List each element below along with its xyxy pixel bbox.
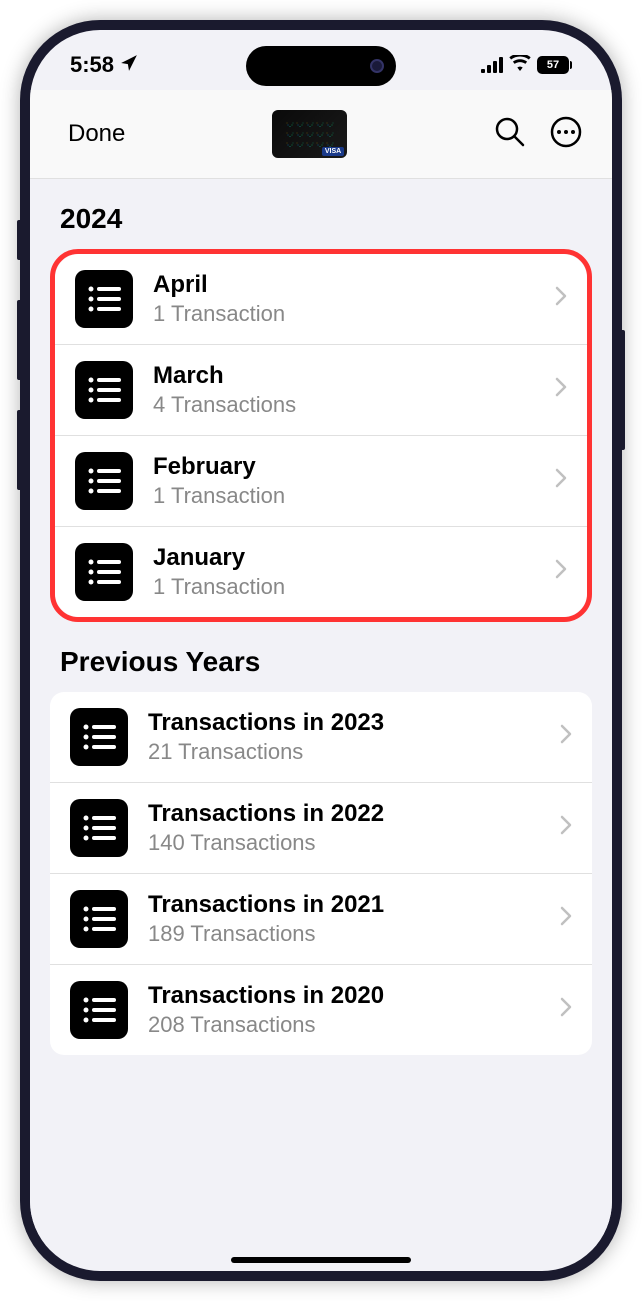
chevron-right-icon bbox=[560, 723, 572, 751]
list-icon bbox=[75, 452, 133, 510]
list-item-2020[interactable]: Transactions in 2020 208 Transactions bbox=[50, 965, 592, 1055]
section-header-previous: Previous Years bbox=[30, 622, 612, 692]
list-item-2023[interactable]: Transactions in 2023 21 Transactions bbox=[50, 692, 592, 783]
nav-bar: Done VISA bbox=[30, 90, 612, 179]
chevron-right-icon bbox=[560, 814, 572, 842]
chevron-right-icon bbox=[555, 558, 567, 586]
location-icon bbox=[120, 54, 138, 77]
item-subtitle: 208 Transactions bbox=[148, 1012, 540, 1038]
highlight-annotation: April 1 Transaction March 4 bbox=[50, 249, 592, 622]
battery-level: 57 bbox=[547, 59, 559, 71]
item-title: April bbox=[153, 271, 535, 299]
list-icon bbox=[75, 543, 133, 601]
item-subtitle: 140 Transactions bbox=[148, 830, 540, 856]
current-year-list: April 1 Transaction March 4 bbox=[55, 254, 587, 617]
item-title: February bbox=[153, 453, 535, 481]
screen: 5:58 57 Done bbox=[30, 30, 612, 1271]
status-left: 5:58 bbox=[70, 52, 138, 78]
item-subtitle: 21 Transactions bbox=[148, 739, 540, 765]
item-title: January bbox=[153, 544, 535, 572]
item-title: Transactions in 2020 bbox=[148, 982, 540, 1010]
volume-up bbox=[17, 300, 22, 380]
list-icon bbox=[75, 361, 133, 419]
item-title: Transactions in 2022 bbox=[148, 800, 540, 828]
chevron-right-icon bbox=[555, 376, 567, 404]
silent-switch bbox=[17, 220, 22, 260]
item-subtitle: 1 Transaction bbox=[153, 301, 535, 327]
camera-icon bbox=[370, 59, 384, 73]
list-item-2022[interactable]: Transactions in 2022 140 Transactions bbox=[50, 783, 592, 874]
list-item-april[interactable]: April 1 Transaction bbox=[55, 254, 587, 345]
list-item-2021[interactable]: Transactions in 2021 189 Transactions bbox=[50, 874, 592, 965]
visa-label: VISA bbox=[322, 147, 344, 156]
volume-down bbox=[17, 410, 22, 490]
item-subtitle: 1 Transaction bbox=[153, 574, 535, 600]
list-icon bbox=[70, 799, 128, 857]
list-icon bbox=[75, 270, 133, 328]
status-right: 57 bbox=[481, 55, 572, 76]
chevron-right-icon bbox=[560, 905, 572, 933]
chevron-right-icon bbox=[555, 285, 567, 313]
phone-frame: 5:58 57 Done bbox=[20, 20, 622, 1281]
previous-years-list: Transactions in 2023 21 Transactions Tra… bbox=[50, 692, 592, 1055]
item-subtitle: 1 Transaction bbox=[153, 483, 535, 509]
item-title: Transactions in 2023 bbox=[148, 709, 540, 737]
more-icon[interactable] bbox=[550, 116, 582, 153]
item-subtitle: 4 Transactions bbox=[153, 392, 535, 418]
time-label: 5:58 bbox=[70, 52, 114, 78]
list-icon bbox=[70, 981, 128, 1039]
battery-icon: 57 bbox=[537, 56, 572, 74]
chevron-right-icon bbox=[560, 996, 572, 1024]
power-button bbox=[620, 330, 625, 450]
list-icon bbox=[70, 890, 128, 948]
list-item-march[interactable]: March 4 Transactions bbox=[55, 345, 587, 436]
search-icon[interactable] bbox=[494, 116, 526, 153]
chevron-right-icon bbox=[555, 467, 567, 495]
list-item-january[interactable]: January 1 Transaction bbox=[55, 527, 587, 617]
item-title: Transactions in 2021 bbox=[148, 891, 540, 919]
dynamic-island bbox=[246, 46, 396, 86]
list-item-february[interactable]: February 1 Transaction bbox=[55, 436, 587, 527]
card-thumbnail[interactable]: VISA bbox=[272, 110, 347, 158]
wifi-icon bbox=[509, 55, 531, 76]
cellular-signal-icon bbox=[481, 57, 503, 73]
list-icon bbox=[70, 708, 128, 766]
done-button[interactable]: Done bbox=[68, 120, 125, 148]
item-title: March bbox=[153, 362, 535, 390]
section-header-2024: 2024 bbox=[30, 179, 612, 249]
item-subtitle: 189 Transactions bbox=[148, 921, 540, 947]
content-area: 2024 April 1 Transaction bbox=[30, 179, 612, 1250]
home-indicator[interactable] bbox=[231, 1257, 411, 1263]
